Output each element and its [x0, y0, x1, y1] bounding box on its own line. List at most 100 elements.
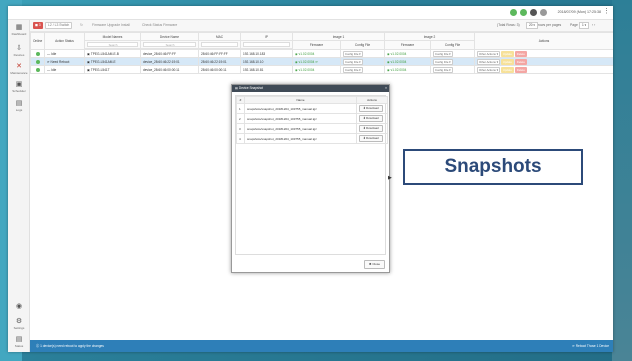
config1-select[interactable]: Config File ▾ [343, 50, 363, 57]
online-icon [35, 51, 40, 56]
download-button[interactable]: ⬇ Download [359, 105, 383, 112]
snapshot-name: snapshots/snapshot_20181204_103755_manua… [244, 103, 357, 114]
model-filter-input[interactable]: Search [87, 42, 138, 47]
delete-row-button[interactable]: Delete [514, 66, 527, 73]
config1-cell: Config File ▾ [340, 57, 385, 66]
mac-cell: 28:60:46:FF:FF:FF [198, 49, 241, 58]
background-stripe-right [612, 0, 632, 361]
reboot-devices-button[interactable]: ⟳ Reboot Those 1 Device [572, 340, 609, 352]
table-row[interactable]: — Idle ▣ TPEG-L541T device_28:60:46:00:0… [30, 65, 613, 74]
device-name-cell: device_28:60:46:FF:FF [140, 49, 199, 58]
download-button[interactable]: ⬇ Download [359, 115, 383, 122]
nav-settings[interactable]: ⚙ Settings [8, 318, 30, 330]
model-cell: ▣ TPEG-L541T [84, 65, 141, 74]
page-select[interactable]: 1 ▾ [579, 22, 590, 29]
device-filter-input[interactable]: Search [143, 42, 196, 47]
update-button[interactable]: Update [500, 66, 514, 73]
action-status-cell: ⟳ Need Reboot [44, 57, 85, 66]
maintenance-icon: ✕ [16, 63, 22, 70]
snapshot-name: snapshots/snapshot_20181204_103755_manua… [244, 123, 357, 134]
snapshot-name: snapshots/snapshot_20181204_103755_manua… [244, 113, 357, 124]
nav-scheduler[interactable]: ▣ Scheduler [8, 81, 30, 93]
firmware-upgrade-button[interactable]: Firmware Upgrade Install [90, 22, 132, 29]
snapshot-index: 4 [236, 133, 245, 144]
config2-select[interactable]: Config File ▾ [433, 50, 453, 57]
check-status-button[interactable]: Check Status Firmware [140, 22, 179, 29]
table-row[interactable]: — Idle ▣ TPEG-L541AM-E-B device_28:60:46… [30, 49, 613, 58]
per-page-select[interactable]: 20 ▾ [526, 22, 539, 29]
scheduler-icon: ▣ [15, 81, 23, 88]
snapshot-row: 3 snapshots/snapshot_20181204_103755_man… [236, 123, 388, 134]
close-button[interactable]: ✖ Close [363, 260, 385, 269]
mac-filter-cell [198, 40, 241, 49]
col-mac[interactable]: MAC [198, 32, 241, 41]
other-actions-select[interactable]: Other Actions ▾ [477, 50, 500, 57]
datetime: 2018/07/09 (Mon) 17:25:38 [557, 10, 601, 14]
mac-filter-input[interactable] [201, 42, 238, 47]
dashboard-icon: ▦ [15, 24, 23, 31]
online-cell [30, 65, 45, 74]
network-icon[interactable] [530, 9, 537, 16]
config1-select[interactable]: Config File ▾ [343, 66, 363, 73]
nav-maintenance[interactable]: ✕ Maintenance [8, 63, 30, 75]
col-device-name[interactable]: Device Name [140, 32, 199, 41]
snapshot-row: 1 snapshots/snapshot_20181204_103755_man… [236, 103, 388, 114]
other-actions-select[interactable]: Other Actions ▾ [477, 66, 500, 73]
download-button[interactable]: ⬇ Download [359, 135, 383, 142]
device-name-cell: device_28:60:46:22:19:01 [140, 57, 199, 66]
nav-logs[interactable]: ▤ Logs [8, 100, 30, 112]
col-action-status[interactable]: Action Status [44, 32, 85, 50]
download-cell: ⬇ Download [356, 103, 388, 114]
nav-devices[interactable]: ⇩ Devices [8, 45, 30, 57]
page-label: Page [570, 23, 578, 27]
firmware1-cell: ◉ v1.02.0004 [292, 65, 341, 74]
snapshot-index: 1 [236, 103, 245, 114]
ip-cell: 192.168.10.183 [240, 49, 293, 58]
config2-select[interactable]: Config File ▾ [433, 66, 453, 73]
refresh-button[interactable]: ↻ [78, 22, 85, 29]
status-ok-icon[interactable] [510, 9, 517, 16]
online-icon [35, 67, 40, 72]
top-bar: 2018/07/09 (Mon) 17:25:38 ⋮ [8, 6, 613, 20]
col-actions: Actions [474, 32, 613, 50]
snapshot-row: 4 snapshots/snapshot_20181204_103755_man… [236, 133, 388, 144]
table-row[interactable]: ⟳ Need Reboot ▣ TPEG-L541AM-E device_28:… [30, 57, 613, 66]
page-nav[interactable]: ‹ › [592, 23, 595, 27]
download-cell: ⬇ Download [356, 133, 388, 144]
update-button[interactable]: Update [500, 58, 514, 65]
col-ip[interactable]: IP [240, 32, 293, 41]
logs-icon: ▤ [15, 100, 23, 107]
update-button[interactable]: Update [500, 50, 514, 57]
ip-filter-input[interactable] [243, 42, 290, 47]
col-config-2[interactable]: Config File [430, 40, 475, 50]
nav-status[interactable]: ▤ Status [8, 336, 30, 348]
mouse-cursor-icon: ▶ [388, 175, 392, 181]
user-icon[interactable] [520, 9, 527, 16]
delete-button[interactable]: ◼ 3 [33, 22, 43, 29]
firmware2-value: ◉ v1.02.0004 [387, 67, 407, 72]
delete-row-button[interactable]: Delete [514, 50, 527, 57]
col-firmware-2[interactable]: Firmware [384, 40, 431, 50]
other-actions-select[interactable]: Other Actions ▾ [477, 58, 500, 65]
nav-profile[interactable]: ◉ [8, 303, 30, 311]
nav-dashboard[interactable]: ▦ Dashboard [8, 24, 30, 36]
cloud-icon[interactable] [540, 9, 547, 16]
snapshot-list: # Name Actions 1 snapshots/snapshot_2018… [235, 95, 388, 255]
firmware2-cell: ◉ v1.02.0004 [384, 65, 431, 74]
left-nav: ▦ Dashboard ⇩ Devices ✕ Maintenance ▣ Sc… [8, 20, 30, 352]
col-firmware-1[interactable]: Firmware [292, 40, 341, 50]
kebab-menu-icon[interactable]: ⋮ [603, 8, 610, 16]
dialog-close-icon[interactable]: × [385, 85, 387, 92]
toolbar: ◼ 3 L2 / L3 Switch ↻ Firmware Upgrade In… [30, 20, 613, 32]
col-group-image1: Image 1 [292, 32, 385, 41]
config1-select[interactable]: Config File ▾ [343, 58, 363, 65]
config2-select[interactable]: Config File ▾ [433, 58, 453, 65]
col-model[interactable]: Model Names [84, 32, 141, 41]
delete-row-button[interactable]: Delete [514, 58, 527, 65]
firmware2-value: ◉ v1.02.0004 [387, 59, 407, 64]
download-button[interactable]: ⬇ Download [359, 125, 383, 132]
action-status-cell: — Idle [44, 65, 85, 74]
switch-filter-button[interactable]: L2 / L3 Switch [45, 22, 73, 29]
col-online[interactable]: Online [30, 32, 45, 50]
col-config-1[interactable]: Config File [340, 40, 385, 50]
